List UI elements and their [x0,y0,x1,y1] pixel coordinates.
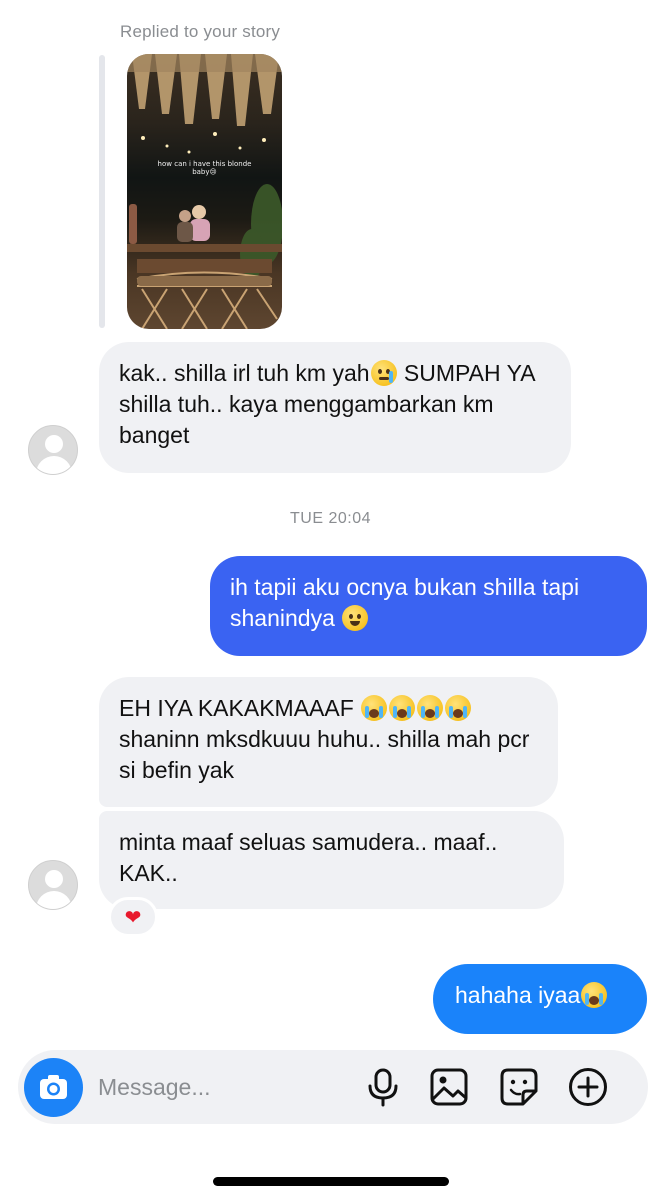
heart-icon: ❤ [124,906,142,929]
outgoing-message-2[interactable]: hahaha iyaa [433,964,647,1034]
message-composer [18,1050,648,1124]
loudly-crying-face-icon [581,982,608,1008]
sticker-button[interactable] [499,1067,539,1107]
sticker-icon [500,1068,538,1106]
camera-button[interactable] [24,1058,83,1117]
story-thumbnail-caption: how can i have this blonde baby😢 [157,160,252,176]
message-3-text-b: shaninn mksdkuuu huhu.. shilla mah pcr s… [119,726,530,783]
avatar[interactable] [28,860,78,910]
message-4-text: minta maaf seluas samudera.. maaf.. KAK.… [119,829,498,886]
outgoing-message-1[interactable]: ih tapii aku ocnya bukan shilla tapi sha… [210,556,647,656]
loudly-crying-face-icon [389,695,416,721]
loudly-crying-face-icon [445,695,472,721]
loudly-crying-face-icon [361,695,388,721]
message-3-text-a: EH IYA KAKAKMAAAF [119,695,361,721]
crying-face-icon [370,360,397,386]
heart-reaction[interactable]: ❤ [108,897,158,937]
microphone-button[interactable] [363,1067,403,1107]
loudly-crying-face-icon [417,695,444,721]
microphone-icon [368,1068,398,1107]
incoming-message-1[interactable]: kak.. shilla irl tuh km yah SUMPAH YA sh… [99,342,571,473]
story-reply-label: Replied to your story [120,22,281,41]
home-indicator [213,1177,449,1186]
story-reply-line [99,55,105,328]
story-thumbnail[interactable]: how can i have this blonde baby😢 [127,54,282,329]
incoming-message-2[interactable]: EH IYA KAKAKMAAAF shaninn mksdkuuu huhu.… [99,677,558,807]
more-button[interactable] [568,1067,608,1107]
melting-face-icon [342,605,369,631]
timestamp: TUE 20:04 [290,510,371,527]
plus-icon [569,1068,607,1106]
camera-icon [40,1075,67,1099]
incoming-message-3[interactable]: minta maaf seluas samudera.. maaf.. KAK.… [99,811,564,909]
avatar[interactable] [28,425,78,475]
story-thumbnail-scene [127,54,282,329]
image-icon [430,1068,468,1106]
message-2-text: ih tapii aku ocnya bukan shilla tapi sha… [230,574,580,631]
message-1-text-a: kak.. shilla irl tuh km yah [119,360,370,386]
message-input[interactable] [98,1072,338,1102]
gallery-button[interactable] [429,1067,469,1107]
message-5-text: hahaha iyaa [455,982,581,1008]
